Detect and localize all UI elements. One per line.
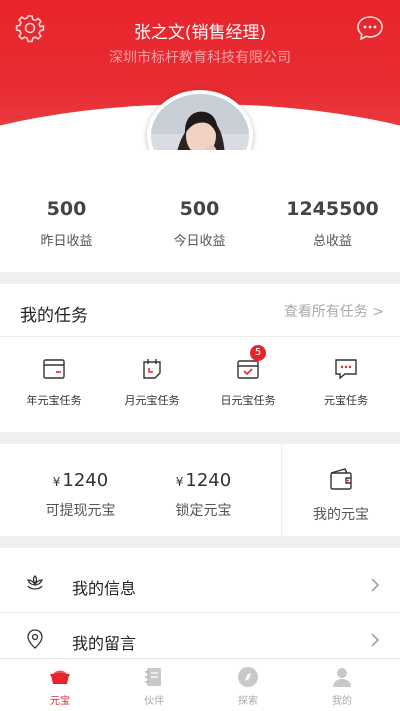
task-label: 日元宝任务 <box>220 394 276 407</box>
location-pin-icon <box>27 629 43 649</box>
my-tasks-section: 我的任务 查看所有任务 > 年元宝任务 月元宝任务 5 日元宝任务 元宝任务 <box>0 284 400 432</box>
wallet-icon <box>330 468 352 490</box>
stat-value: 500 <box>179 198 220 220</box>
notebook-icon <box>145 668 161 686</box>
stat-value: 1245500 <box>286 198 379 220</box>
calendar-icon <box>143 359 161 379</box>
task-label: 元宝任务 <box>324 394 368 407</box>
user-name: 张之文(销售经理) <box>133 23 267 43</box>
my-ingots-label: 我的元宝 <box>313 507 369 523</box>
company-name: 深圳市标杆教育科技有限公司 <box>109 50 291 66</box>
wallet-section: ¥1240 可提现元宝 ¥1240 锁定元宝 我的元宝 <box>0 444 400 536</box>
currency-symbol: ¥ <box>52 475 61 489</box>
tab-explore[interactable]: 探索 <box>198 665 298 707</box>
ingot-icon <box>50 670 70 684</box>
task-label: 年元宝任务 <box>26 394 82 407</box>
task-badge: 5 <box>250 345 266 361</box>
task-yearly[interactable]: 年元宝任务 <box>4 356 104 408</box>
messages-button[interactable] <box>354 12 386 44</box>
my-ingots-button[interactable]: 我的元宝 <box>282 466 400 524</box>
task-ingot[interactable]: 元宝任务 <box>296 356 396 408</box>
stat-total: 1245500 总收益 <box>266 198 399 249</box>
tab-label: 元宝 <box>50 696 70 707</box>
stat-label: 总收益 <box>312 234 352 249</box>
message-dots-icon <box>335 359 357 380</box>
stat-label: 昨日收益 <box>40 234 93 249</box>
tab-ingot[interactable]: 元宝 <box>10 665 110 707</box>
stat-yesterday: 500 昨日收益 <box>0 198 133 249</box>
withdrawable-balance[interactable]: ¥1240 可提现元宝 <box>14 470 147 520</box>
menu-label: 我的留言 <box>72 634 137 653</box>
stat-label: 今日收益 <box>173 234 226 249</box>
menu-list: 我的信息 我的留言 <box>0 548 400 658</box>
task-monthly[interactable]: 月元宝任务 <box>102 356 202 408</box>
compass-icon <box>238 667 258 687</box>
bottom-tab-bar: 元宝 伙伴 探索 我的 <box>0 658 400 711</box>
withdrawable-label: 可提现元宝 <box>45 503 116 519</box>
stat-value: 500 <box>46 198 87 220</box>
view-all-tasks-link[interactable]: 查看所有任务 > <box>284 301 384 321</box>
locked-label: 锁定元宝 <box>175 503 232 519</box>
locked-balance[interactable]: ¥1240 锁定元宝 <box>137 470 270 520</box>
stat-today: 500 今日收益 <box>133 198 266 249</box>
menu-label: 我的信息 <box>72 579 137 598</box>
earnings-stats: 500 昨日收益 500 今日收益 1245500 总收益 <box>0 150 400 272</box>
tab-mine[interactable]: 我的 <box>292 665 392 707</box>
tab-label: 我的 <box>332 696 352 707</box>
locked-amount: 1240 <box>185 470 232 491</box>
chat-bubble-icon <box>357 16 383 41</box>
tasks-title: 我的任务 <box>20 306 88 326</box>
withdrawable-amount: 1240 <box>62 470 109 491</box>
menu-item-my-info[interactable]: 我的信息 <box>0 558 400 613</box>
flower-icon <box>27 575 43 590</box>
tab-partners[interactable]: 伙伴 <box>104 665 204 707</box>
currency-symbol: ¥ <box>175 475 184 489</box>
person-icon <box>333 668 351 687</box>
task-label: 月元宝任务 <box>124 394 180 407</box>
wallet-card-icon <box>43 359 65 379</box>
chevron-right-icon <box>371 578 380 592</box>
task-daily[interactable]: 5 日元宝任务 <box>198 345 298 408</box>
chevron-right-icon <box>371 633 380 647</box>
tab-label: 伙伴 <box>144 696 164 707</box>
tasks-header: 我的任务 查看所有任务 > <box>0 284 400 337</box>
tab-label: 探索 <box>238 696 258 707</box>
